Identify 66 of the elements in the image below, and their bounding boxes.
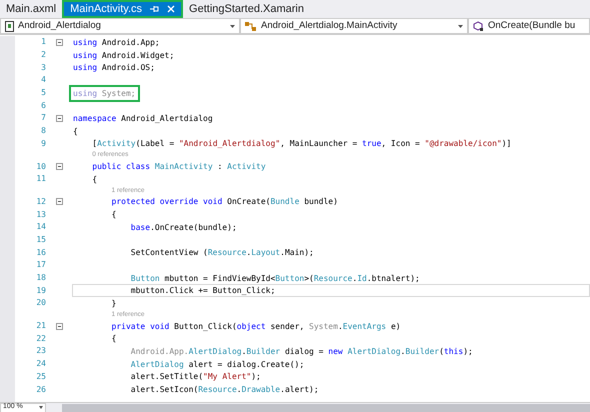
code-line: { bbox=[91, 174, 98, 185]
navigation-dropdown[interactable]: Android_Alertdialog.MainActivity bbox=[240, 18, 468, 34]
code-line: using Android.App; bbox=[73, 36, 160, 48]
navigation-dropdown[interactable]: Android_Alertdialog bbox=[0, 18, 240, 34]
code-line: base.OnCreate(bundle); bbox=[130, 222, 237, 233]
code-line: using Android.Widget; bbox=[73, 50, 174, 61]
project-icon bbox=[5, 20, 14, 32]
code-line: private void Button_Click(object sender, System.EventArgs e) bbox=[110, 320, 401, 332]
line-number: 21 bbox=[35, 320, 46, 332]
collapse-icon[interactable] bbox=[56, 114, 63, 122]
collapse-icon[interactable] bbox=[56, 163, 63, 170]
line-number: 15 bbox=[35, 234, 46, 246]
file-tab[interactable]: GettingStarted.Xamarin bbox=[183, 0, 310, 18]
line-number: 9 bbox=[40, 138, 46, 150]
method-icon bbox=[473, 20, 484, 32]
code-line: using Android.OS; bbox=[73, 62, 155, 74]
dropdown-arrow-icon bbox=[458, 24, 463, 28]
line-number: 6 bbox=[40, 100, 46, 112]
line-number: 17 bbox=[35, 259, 46, 272]
line-number: 3 bbox=[40, 62, 46, 74]
class-icon bbox=[245, 20, 257, 32]
code-line: [Activity(Label = "Android_Alertdialog", MainLauncher = true, Icon = "@drawable/icon")] bbox=[91, 138, 512, 150]
horizontal-scrollbar[interactable] bbox=[62, 404, 590, 412]
code-line: { bbox=[110, 333, 116, 344]
line-number: 24 bbox=[35, 358, 46, 370]
collapse-icon[interactable] bbox=[56, 38, 63, 46]
line-number: 20 bbox=[35, 297, 46, 310]
code-line: SetContentView (Resource.Layout.Main); bbox=[130, 247, 314, 258]
code-line: } bbox=[110, 298, 116, 309]
file-tab[interactable]: Main.axml bbox=[0, 0, 62, 18]
code-line: Android.App.AlertDialog.Builder dialog = new AlertDialog.Builder(this); bbox=[130, 346, 473, 357]
line-number: 12 bbox=[35, 196, 46, 208]
line-number: 2 bbox=[40, 49, 46, 62]
collapse-icon[interactable] bbox=[56, 322, 63, 330]
line-number: 22 bbox=[35, 332, 46, 345]
pin-icon[interactable] bbox=[150, 5, 160, 13]
navigation-dropdown[interactable]: OnCreate(Bundle bu bbox=[468, 18, 590, 34]
dropdown-arrow-icon bbox=[39, 406, 43, 409]
line-number: 13 bbox=[35, 208, 46, 221]
line-number: 8 bbox=[40, 125, 46, 138]
code-line: alert.SetTitle("My Alert"); bbox=[130, 371, 261, 382]
file-tab[interactable]: MainActivity.cs bbox=[62, 0, 184, 18]
code-line: protected override void OnCreate(Bundle bundle) bbox=[110, 196, 338, 208]
line-number: 5 bbox=[40, 87, 46, 100]
code-line: alert.SetIcon(Resource.Drawable.alert); bbox=[130, 384, 319, 396]
line-number: 4 bbox=[40, 74, 46, 86]
line-number: 10 bbox=[35, 160, 46, 173]
line-number: 26 bbox=[35, 384, 46, 396]
code-line: { bbox=[110, 209, 116, 220]
code-line: public class MainActivity : Activity bbox=[91, 161, 266, 172]
code-line: { bbox=[73, 126, 78, 137]
line-number: 25 bbox=[35, 370, 46, 383]
line-number: 11 bbox=[35, 173, 46, 186]
collapse-icon[interactable] bbox=[56, 198, 63, 206]
line-number: 23 bbox=[35, 345, 46, 358]
line-number: 14 bbox=[35, 221, 46, 234]
line-number: 7 bbox=[40, 112, 46, 124]
dropdown-arrow-icon bbox=[230, 24, 235, 28]
line-number: 1 bbox=[40, 36, 46, 48]
code-line: AlertDialog alert = dialog.Create(); bbox=[130, 358, 304, 370]
line-number: 18 bbox=[35, 272, 46, 284]
code-line: namespace Android_Alertdialog bbox=[73, 112, 213, 124]
close-icon[interactable] bbox=[167, 5, 176, 13]
line-number: 16 bbox=[35, 246, 46, 259]
code-line: Button mbutton = FindViewById<Button>(Resource.Id.btnalert); bbox=[130, 272, 420, 284]
line-number: 19 bbox=[35, 284, 46, 297]
